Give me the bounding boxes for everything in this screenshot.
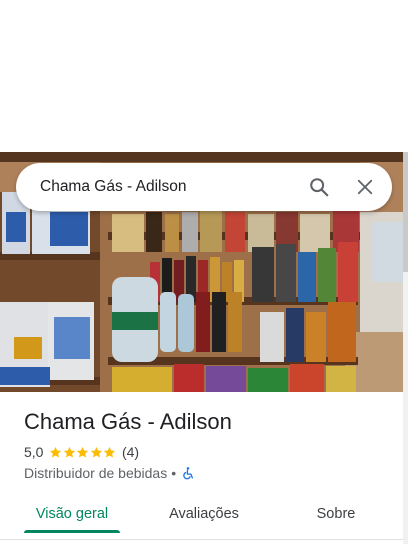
- scrollbar[interactable]: [403, 152, 408, 544]
- tab-overview[interactable]: Visão geral: [24, 495, 120, 533]
- separator-dot: •: [171, 465, 177, 481]
- place-category[interactable]: Distribuidor de bebidas: [24, 465, 167, 481]
- clear-search-button[interactable]: [347, 169, 383, 205]
- place-title: Chama Gás - Adilson: [24, 409, 232, 434]
- search-button[interactable]: [301, 169, 337, 205]
- reviews-count[interactable]: (4): [122, 444, 139, 460]
- close-icon: [357, 179, 373, 195]
- star-icon: [90, 446, 103, 457]
- search-box[interactable]: Chama Gás - Adilson: [16, 163, 392, 211]
- star-icon: [63, 446, 76, 457]
- tab-bar: Visão geral Avaliações Sobre: [0, 495, 403, 535]
- rating-row[interactable]: 5,0 (4): [24, 444, 139, 460]
- scrollbar-thumb[interactable]: [403, 152, 408, 272]
- star-icon: [50, 446, 62, 457]
- tab-about[interactable]: Sobre: [300, 495, 372, 533]
- rating-value: 5,0: [24, 444, 44, 460]
- category-row: Distribuidor de bebidas •: [24, 465, 195, 481]
- tabs-divider: [0, 539, 403, 540]
- wheelchair-icon[interactable]: [181, 466, 195, 481]
- search-input[interactable]: Chama Gás - Adilson: [40, 178, 301, 196]
- search-icon: [310, 178, 329, 197]
- tab-reviews[interactable]: Avaliações: [152, 495, 256, 533]
- star-icon: [104, 446, 116, 457]
- rating-stars: [49, 446, 117, 459]
- active-tab-indicator: [24, 530, 120, 533]
- star-icon: [77, 446, 89, 457]
